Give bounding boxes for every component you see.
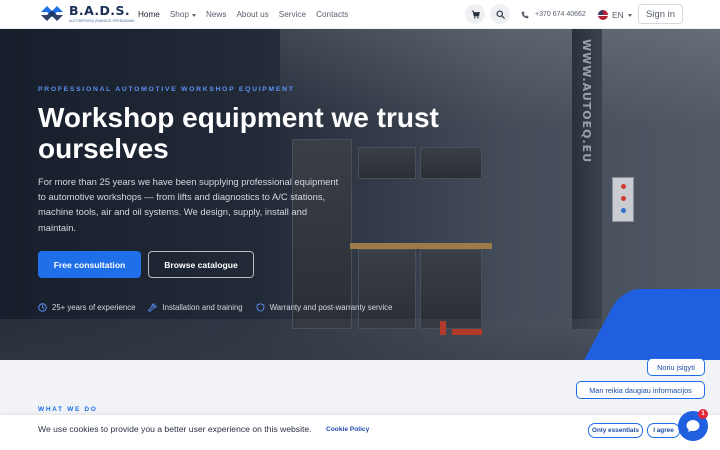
top-navbar: B.A.D.S. Autoservisų įrangos sprendimai … <box>0 0 720 29</box>
nav-contacts[interactable]: Contacts <box>316 10 348 19</box>
chevron-down-icon <box>627 13 632 17</box>
hero-title: Workshop equipment we trust ourselves <box>38 102 439 164</box>
feature-installation-label: Installation and training <box>162 303 243 312</box>
logo-name: B.A.D.S. <box>69 3 131 18</box>
nav-shop-label: Shop <box>169 10 189 19</box>
browse-catalogue-button[interactable]: Browse catalogue <box>148 251 254 278</box>
only-essentials-button[interactable]: Only essentials <box>588 423 643 438</box>
chat-quick-reply-info[interactable]: Man reikia daugiau informacijos <box>576 381 705 399</box>
feature-experience-label: 25+ years of experience <box>52 303 136 312</box>
chat-quick-reply-buy[interactable]: Noriu įsigyti <box>647 358 705 376</box>
feature-experience: 25+ years of experience <box>38 303 135 312</box>
hero-bg-cabinet-lower-2 <box>420 249 482 329</box>
cookie-policy-link[interactable]: Cookie Policy <box>326 426 369 433</box>
feature-warranty-label: Warranty and post-warranty service <box>269 303 393 312</box>
search-button[interactable] <box>490 4 510 24</box>
hero-bg-cabinet-lower-1 <box>358 249 416 329</box>
wrench-icon <box>148 303 157 312</box>
hero-section: WWW.AUTOEQ.EU PROFESSIONAL AUTOMOTIVE WO… <box>0 29 720 360</box>
chevron-down-icon <box>191 13 196 17</box>
us-flag-icon <box>598 9 608 20</box>
phone-icon <box>521 11 529 18</box>
language-selector[interactable]: EN <box>598 0 632 29</box>
nav-about[interactable]: About us <box>236 10 268 19</box>
hero-bg-sign: WWW.AUTOEQ.EU <box>580 39 593 164</box>
main-menu: Home Shop News About us Service Contacts <box>138 0 348 29</box>
hero-features: 25+ years of experience Installation and… <box>38 303 392 312</box>
feature-installation: Installation and training <box>148 303 243 312</box>
logo-mark-icon <box>41 6 63 22</box>
chat-unread-badge: 1 <box>698 409 708 419</box>
nav-news[interactable]: News <box>206 10 226 19</box>
language-label: EN <box>612 9 624 20</box>
nav-shop[interactable]: Shop <box>170 10 196 19</box>
free-consultation-button[interactable]: Free consultation <box>38 251 141 278</box>
clock-icon <box>38 303 47 312</box>
cookie-bar: We use cookies to provide you a better u… <box>0 415 720 450</box>
nav-service[interactable]: Service <box>279 10 306 19</box>
hero-bg-jack-arm <box>440 321 446 335</box>
sign-in-button[interactable]: Sign in <box>638 4 683 24</box>
feature-warranty: Warranty and post-warranty service <box>256 303 393 312</box>
nav-home[interactable]: Home <box>138 10 160 19</box>
phone-number: +370 674 40662 <box>535 11 586 18</box>
cart-button[interactable] <box>465 4 485 24</box>
cookie-text: We use cookies to provide you a better u… <box>38 424 312 434</box>
i-agree-button[interactable]: I agree <box>647 423 680 438</box>
section-label: WHAT WE DO <box>38 406 98 413</box>
hero-bg-jack <box>452 329 482 335</box>
logo[interactable]: B.A.D.S. Autoservisų įrangos sprendimai <box>40 3 135 23</box>
phone-link[interactable]: +370 674 40662 <box>521 0 586 29</box>
shield-icon <box>256 303 264 312</box>
logo-tagline: Autoservisų įrangos sprendimai <box>69 18 135 23</box>
hero-bg-electric-panel <box>612 177 634 222</box>
chat-bubble-icon <box>686 420 700 432</box>
hero-description: For more than 25 years we have been supp… <box>38 176 339 233</box>
cart-icon <box>471 10 480 18</box>
hero-eyebrow: PROFESSIONAL AUTOMOTIVE WORKSHOP EQUIPME… <box>38 86 295 93</box>
search-icon <box>495 9 505 19</box>
